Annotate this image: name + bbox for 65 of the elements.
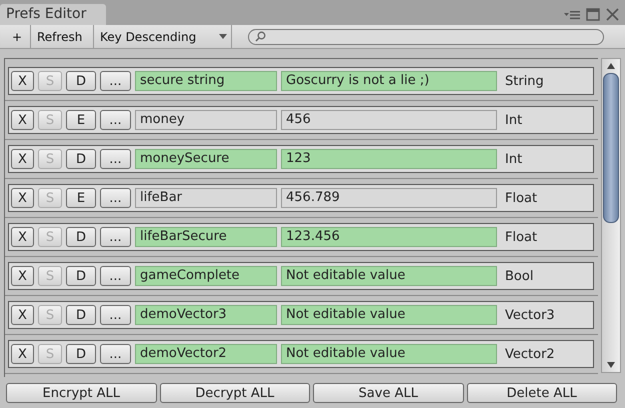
- row-button[interactable]: E: [66, 188, 96, 208]
- key-field[interactable]: secure string: [135, 71, 277, 91]
- key-field[interactable]: moneySecure: [135, 149, 277, 169]
- row-button[interactable]: ...: [100, 110, 131, 130]
- row-button[interactable]: X: [11, 305, 34, 325]
- row-button[interactable]: ...: [100, 305, 131, 325]
- row-button[interactable]: X: [11, 344, 34, 364]
- key-field[interactable]: demoVector3: [135, 305, 277, 325]
- row-button[interactable]: X: [11, 188, 34, 208]
- row-button[interactable]: ...: [100, 266, 131, 286]
- value-field[interactable]: 123: [281, 149, 497, 169]
- add-button[interactable]: +: [6, 25, 31, 48]
- key-field[interactable]: gameComplete: [135, 266, 277, 286]
- close-icon[interactable]: [606, 8, 619, 21]
- key-field[interactable]: lifeBarSecure: [135, 227, 277, 247]
- type-label: Int: [505, 152, 522, 166]
- search-icon: [255, 31, 266, 42]
- type-label: Float: [505, 190, 538, 206]
- key-field[interactable]: lifeBar: [135, 188, 277, 208]
- action-button[interactable]: Decrypt ALL: [160, 383, 310, 403]
- type-label: Vector3: [505, 308, 555, 322]
- type-label: Vector2: [505, 346, 555, 362]
- value-field[interactable]: 456: [281, 110, 497, 130]
- type-label: Bool: [505, 268, 534, 284]
- scrollbar[interactable]: [601, 58, 621, 373]
- value-field[interactable]: Not editable value: [281, 305, 497, 325]
- maximize-icon[interactable]: [586, 8, 600, 21]
- type-label: String: [505, 74, 544, 88]
- key-field[interactable]: demoVector2: [135, 344, 277, 364]
- row-button[interactable]: ...: [100, 188, 131, 208]
- row-button[interactable]: X: [11, 71, 34, 91]
- window-title[interactable]: Prefs Editor: [0, 4, 106, 25]
- type-label: Int: [505, 112, 522, 128]
- row-button[interactable]: ...: [100, 344, 131, 364]
- scroll-down-icon[interactable]: [607, 362, 615, 368]
- row-button[interactable]: X: [11, 227, 34, 247]
- action-button[interactable]: Save ALL: [313, 383, 464, 403]
- key-field[interactable]: money: [135, 110, 277, 130]
- action-button[interactable]: Delete ALL: [466, 383, 617, 403]
- row-button[interactable]: ...: [100, 149, 131, 169]
- row-button[interactable]: D: [66, 344, 96, 364]
- caret-icon: [219, 34, 227, 39]
- row-button[interactable]: X: [11, 110, 34, 130]
- row-button[interactable]: D: [66, 71, 96, 91]
- row-button[interactable]: X: [11, 149, 34, 169]
- sort-dropdown[interactable]: Key Descending: [94, 25, 232, 48]
- value-field[interactable]: 123.456: [281, 227, 497, 247]
- row-button[interactable]: D: [66, 305, 96, 325]
- search-field[interactable]: [248, 28, 604, 44]
- value-field[interactable]: Not editable value: [281, 344, 497, 364]
- scroll-up-icon[interactable]: [607, 63, 615, 69]
- row-button[interactable]: X: [11, 266, 34, 286]
- row-button[interactable]: ...: [100, 227, 131, 247]
- refresh-button[interactable]: Refresh: [31, 25, 94, 48]
- action-button[interactable]: Encrypt ALL: [6, 383, 156, 403]
- type-label: Float: [505, 230, 538, 244]
- row-button[interactable]: D: [66, 227, 96, 247]
- value-field[interactable]: Goscurry is not a lie ;): [281, 71, 497, 91]
- row-button[interactable]: D: [66, 266, 96, 286]
- row-button[interactable]: E: [66, 110, 96, 130]
- value-field[interactable]: Not editable value: [281, 266, 497, 286]
- row-button[interactable]: ...: [100, 71, 131, 91]
- row-button[interactable]: D: [66, 149, 96, 169]
- value-field[interactable]: 456.789: [281, 188, 497, 208]
- menu-icon[interactable]: [564, 10, 580, 20]
